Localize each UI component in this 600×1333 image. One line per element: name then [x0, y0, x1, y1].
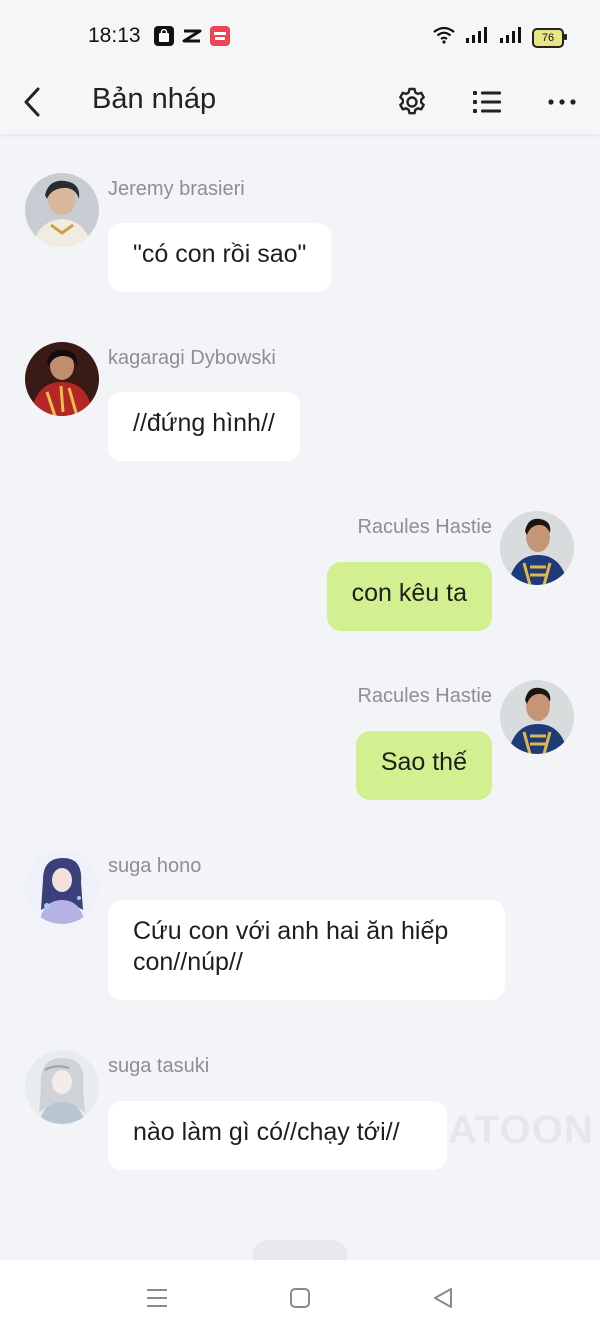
message-bubble[interactable]: con kêu ta	[326, 562, 492, 631]
sender-name: suga hono	[108, 855, 202, 877]
message-text: con kêu ta	[351, 579, 467, 607]
signal-icon	[464, 26, 490, 49]
more-options-button[interactable]	[540, 80, 584, 124]
back-icon	[24, 87, 40, 117]
home-square-icon	[290, 1288, 310, 1308]
status-right-group: 76	[432, 26, 567, 49]
gear-icon	[399, 87, 425, 115]
message-text: "có con rồi sao"	[133, 240, 307, 268]
message-text: Sao thế	[380, 748, 467, 776]
sender-name: suga tasuki	[108, 1055, 210, 1077]
watermark: ATOON	[448, 1108, 594, 1152]
wifi-icon	[432, 26, 456, 49]
avatar[interactable]	[500, 680, 574, 754]
menu-icon	[147, 1289, 167, 1307]
more-icon	[548, 99, 576, 105]
back-triangle-icon	[434, 1288, 452, 1308]
recent-apps-button[interactable]	[137, 1278, 177, 1318]
sender-name: Racules Hastie	[357, 685, 492, 707]
system-back-button[interactable]	[423, 1278, 463, 1318]
status-app-icons	[154, 26, 230, 46]
message-bubble[interactable]: nào làm gì có//chạy tới//	[108, 1101, 447, 1170]
message-text: Cứu con với anh hai ăn hiếp	[133, 917, 449, 945]
message-text: nào làm gì có//chạy tới//	[133, 1118, 400, 1146]
avatar[interactable]	[25, 173, 99, 247]
mangatoon-icon	[210, 26, 230, 46]
chapter-list-button[interactable]	[465, 80, 509, 124]
avatar[interactable]	[25, 850, 99, 924]
status-bar: 18:13 76	[0, 0, 600, 70]
list-icon	[473, 91, 501, 113]
app-bar: Bản nháp	[0, 70, 600, 134]
avatar[interactable]	[25, 342, 99, 416]
sender-name: kagaragi Dybowski	[108, 347, 276, 369]
message-bubble[interactable]: "có con rồi sao"	[108, 223, 332, 292]
shopping-bag-icon	[154, 26, 174, 46]
settings-button[interactable]	[390, 80, 434, 124]
system-nav-bar	[0, 1260, 600, 1333]
signal-icon	[498, 26, 524, 49]
message-text: //đứng hình//	[133, 409, 275, 437]
sender-name: Jeremy brasieri	[108, 178, 245, 200]
home-button[interactable]	[280, 1278, 320, 1318]
message-text: con//núp//	[133, 948, 243, 976]
avatar[interactable]	[500, 511, 574, 585]
message-bubble[interactable]: Sao thế	[355, 731, 492, 800]
message-bubble[interactable]: Cứu con với anh hai ăn hiếp con//núp//	[108, 900, 505, 1000]
avatar[interactable]	[25, 1050, 99, 1124]
message-bubble[interactable]: //đứng hình//	[108, 392, 300, 461]
capcut-icon	[182, 26, 202, 46]
chat-area[interactable]: Jeremy brasieri "có con rồi sao" kagarag…	[0, 134, 600, 1260]
battery-icon: 76	[532, 27, 567, 48]
sender-name: Racules Hastie	[357, 516, 492, 538]
status-time: 18:13	[88, 24, 141, 47]
page-title: Bản nháp	[92, 83, 217, 115]
back-button[interactable]	[12, 80, 52, 124]
